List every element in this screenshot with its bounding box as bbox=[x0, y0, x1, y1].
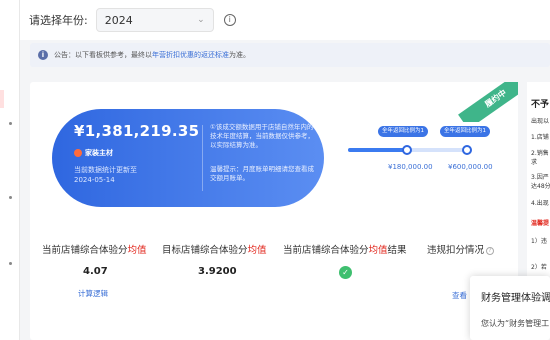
survey-body: 您认为“财务管理工 bbox=[481, 319, 550, 328]
notice-suffix: 为准。 bbox=[229, 51, 250, 59]
gmv-panel: ¥1,381,219.35 家装主材 当前数据统计更新至 2024-05-14 … bbox=[52, 109, 324, 207]
update-date: 2024-05-14 bbox=[74, 176, 115, 184]
status-ribbon-label: 履约中 bbox=[458, 82, 518, 122]
metric-target-score-label: 目标店铺综合体验分均值 bbox=[162, 245, 267, 256]
metric-score-result-label: 当前店铺综合体验分均值结果 bbox=[283, 245, 407, 256]
rules-line: 2.销售 bbox=[531, 150, 549, 157]
survey-popup[interactable]: 财务管理体验调 您认为“财务管理工 bbox=[470, 276, 550, 340]
rules-line: 1.店铺 bbox=[531, 134, 549, 141]
tier-progress-fill bbox=[348, 148, 409, 152]
notice-prefix: 公告：以下看板供参考，最终以 bbox=[54, 51, 152, 59]
year-select[interactable]: 2024 ⌄ bbox=[95, 8, 214, 32]
chevron-down-icon: ⌄ bbox=[197, 15, 205, 25]
brand-name: 家装主材 bbox=[85, 149, 113, 157]
rules-line: 1）违 bbox=[531, 238, 547, 245]
year-filter-label: 请选择年份: bbox=[29, 14, 88, 27]
gmv-tip: 温馨提示：月度账单明细请您查看成交额月账单。 bbox=[210, 165, 314, 182]
metric-current-score-label: 当前店铺综合体验分均值 bbox=[42, 245, 147, 256]
year-filter-bar: 请选择年份: 2024 ⌄ i bbox=[20, 0, 550, 40]
year-select-value: 2024 bbox=[104, 13, 133, 27]
nav-dot[interactable] bbox=[9, 122, 12, 125]
store-performance-card: 履约中 ¥1,381,219.35 家装主材 当前数据统计更新至 2024-05… bbox=[30, 82, 518, 340]
tier-threshold-1: ¥180,000.00 bbox=[388, 163, 433, 171]
tier-pill-1: 全年返回比例为1 bbox=[378, 126, 428, 137]
tier-progress-track bbox=[348, 145, 472, 155]
nav-dot[interactable] bbox=[9, 196, 12, 199]
gmv-note: ①该成交额数据用于店铺自然年内的技术年度结算，当前数据仅供参考，以实际结算为准。 bbox=[210, 123, 314, 149]
rules-line: 求 bbox=[531, 159, 538, 166]
rules-line: 3.因严 bbox=[531, 174, 549, 181]
page: 请选择年份: 2024 ⌄ i i 公告：以下看板供参考，最终以 年营折扣优惠的… bbox=[0, 0, 550, 340]
info-icon: i bbox=[38, 50, 48, 60]
gmv-amount: ¥1,381,219.35 bbox=[74, 122, 200, 140]
metric-current-score-value: 4.07 bbox=[83, 266, 108, 277]
calc-logic-link[interactable]: 计算逻辑 bbox=[78, 288, 108, 299]
status-ribbon: 履约中 bbox=[458, 82, 518, 122]
metric-violation-label: 违规扣分情况? bbox=[427, 242, 495, 256]
left-sidebar bbox=[0, 0, 20, 340]
rules-line: 2）若 bbox=[531, 264, 547, 271]
help-icon[interactable]: ? bbox=[486, 246, 495, 255]
notice-bar: i 公告：以下看板供参考，最终以 年营折扣优惠的返还标准 为准。 bbox=[30, 43, 550, 67]
tier-knob-2 bbox=[462, 145, 472, 155]
view-violations-link[interactable]: 查看 bbox=[452, 290, 467, 301]
update-label: 当前数据统计更新至 bbox=[74, 166, 137, 174]
tier-pill-2: 全年返回比例为1 bbox=[440, 126, 490, 137]
survey-title: 财务管理体验调 bbox=[481, 293, 550, 304]
rules-title: 不予 bbox=[531, 100, 550, 110]
divider bbox=[202, 125, 203, 191]
rules-tip: 温馨提 bbox=[531, 220, 550, 227]
rules-line: 达48分 bbox=[531, 183, 550, 190]
tier-knob-1 bbox=[402, 145, 412, 155]
tier-threshold-2: ¥600,000.00 bbox=[448, 163, 493, 171]
active-nav-marker bbox=[0, 90, 4, 108]
notice-link[interactable]: 年营折扣优惠的返还标准 bbox=[152, 50, 229, 60]
metric-target-score-value: 3.9200 bbox=[198, 266, 237, 277]
brand-icon bbox=[74, 149, 82, 157]
brand-tag: 家装主材 bbox=[74, 148, 113, 158]
nav-dot[interactable] bbox=[9, 262, 12, 265]
check-icon: ✓ bbox=[339, 266, 352, 279]
update-info: 当前数据统计更新至 2024-05-14 bbox=[74, 165, 137, 185]
info-icon[interactable]: i bbox=[223, 14, 236, 26]
rules-line: 4.出现 bbox=[531, 200, 549, 207]
rules-line: 出现以 bbox=[531, 118, 550, 125]
